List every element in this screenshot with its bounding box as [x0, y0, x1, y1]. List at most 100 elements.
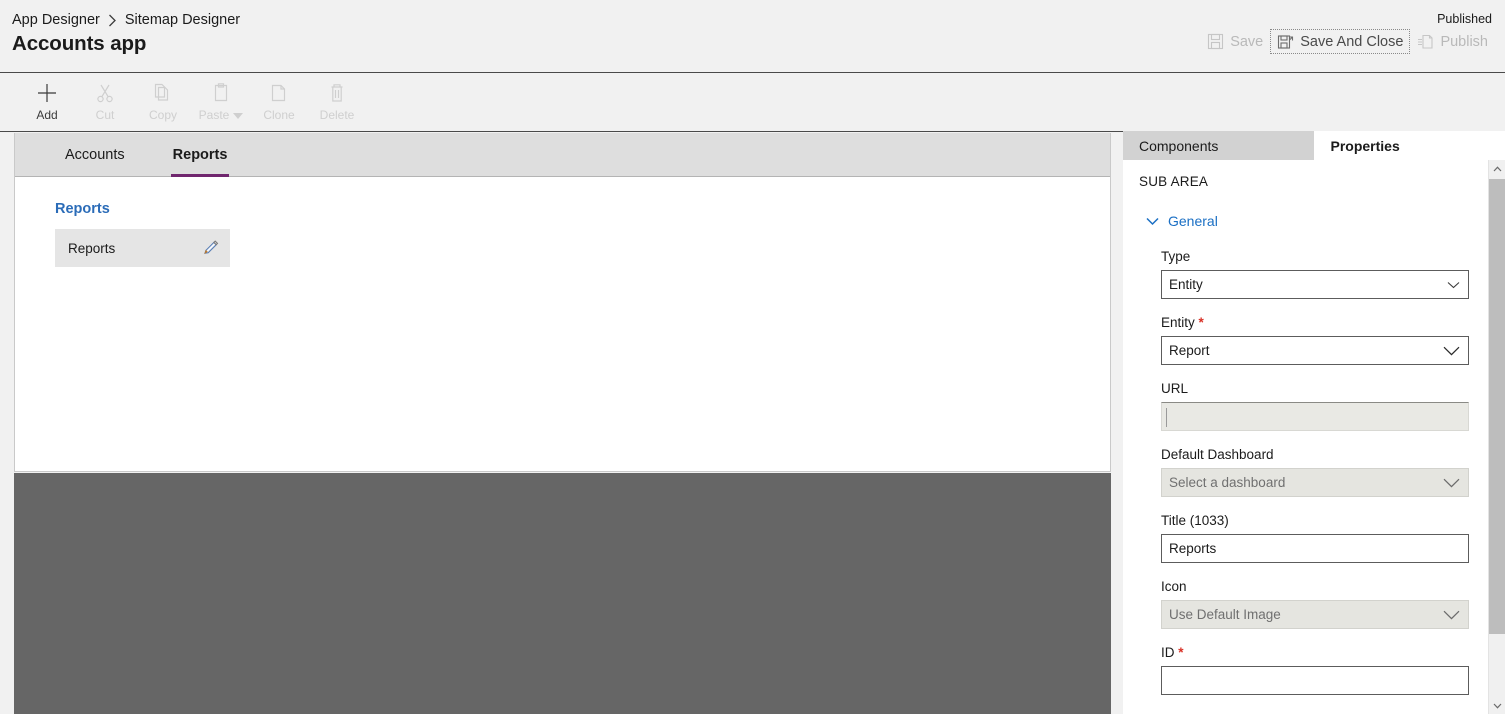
toolbar-clone-label: Clone: [263, 108, 295, 122]
tab-components[interactable]: Components: [1123, 131, 1315, 160]
pencil-icon[interactable]: [202, 239, 220, 257]
scissors-icon: [94, 81, 116, 105]
chevron-down-icon: [1443, 346, 1460, 356]
properties-panel-body: SUB AREA General Type Entity Entity * Re…: [1123, 160, 1505, 714]
header-command-bar: Save Save And Close Publish: [1200, 29, 1495, 54]
field-icon: Icon Use Default Image: [1161, 579, 1469, 629]
toolbar-clone-button[interactable]: Clone: [250, 74, 308, 128]
field-type: Type Entity: [1161, 249, 1469, 299]
tab-accounts-label: Accounts: [65, 146, 125, 163]
published-status: Published: [1437, 12, 1492, 26]
chevron-up-icon: [1493, 165, 1502, 172]
save-button[interactable]: Save: [1200, 29, 1270, 54]
chevron-down-icon: [1146, 217, 1159, 226]
breadcrumb: App Designer Sitemap Designer: [12, 10, 240, 30]
app-header: App Designer Sitemap Designer Accounts a…: [0, 0, 1505, 73]
field-type-label: Type: [1161, 249, 1191, 264]
group-title-reports[interactable]: Reports: [55, 201, 1110, 217]
field-icon-label: Icon: [1161, 579, 1187, 594]
properties-panel-tabs: Components Properties: [1123, 131, 1505, 160]
field-default-dashboard: Default Dashboard Select a dashboard: [1161, 447, 1469, 497]
clone-icon: [268, 81, 290, 105]
tab-accounts[interactable]: Accounts: [41, 133, 149, 176]
chevron-down-icon: [1443, 478, 1460, 488]
toolbar-add-label: Add: [36, 108, 58, 122]
default-dashboard-select-value: Select a dashboard: [1169, 475, 1286, 490]
plus-icon: [36, 81, 58, 105]
page-title: Accounts app: [12, 32, 147, 55]
default-dashboard-select[interactable]: Select a dashboard: [1161, 468, 1469, 497]
field-default-dashboard-label: Default Dashboard: [1161, 447, 1274, 462]
scrollbar-up-button[interactable]: [1489, 160, 1505, 177]
publish-button[interactable]: Publish: [1410, 29, 1495, 54]
save-icon: [1207, 33, 1224, 50]
text-caret: [1166, 408, 1167, 427]
title-input-value: Reports: [1169, 541, 1217, 556]
icon-select-value: Use Default Image: [1169, 607, 1281, 622]
chevron-down-icon[interactable]: [233, 113, 244, 119]
field-title: Title (1033) Reports: [1161, 513, 1469, 563]
scrollbar-down-button[interactable]: [1489, 697, 1505, 714]
field-entity-label: Entity *: [1161, 315, 1204, 330]
properties-panel: Components Properties SUB AREA General T…: [1123, 131, 1505, 714]
area-tabstrip: Accounts Reports: [15, 133, 1110, 177]
required-asterisk: *: [1198, 315, 1204, 330]
toolbar-copy-label: Copy: [148, 108, 177, 122]
toolbar-paste-button[interactable]: Paste: [192, 74, 250, 128]
field-url-label: URL: [1161, 381, 1189, 396]
chevron-down-icon: [1443, 610, 1460, 620]
save-button-label: Save: [1230, 33, 1264, 50]
sitemap-toolbar: Add Cut Copy Paste Clone Delete: [0, 74, 1505, 132]
general-section-label: General: [1168, 213, 1218, 229]
properties-panel-scrollbar[interactable]: [1488, 160, 1505, 714]
sitemap-designer-app: App Designer Sitemap Designer Accounts a…: [0, 0, 1505, 714]
field-url: URL: [1161, 381, 1469, 431]
modal-backdrop-overlay: [14, 473, 1111, 714]
type-select-value: Entity: [1169, 277, 1203, 292]
title-input[interactable]: Reports: [1161, 534, 1469, 563]
field-id: ID *: [1161, 645, 1469, 695]
save-and-close-icon: [1277, 33, 1294, 50]
subarea-card-reports[interactable]: Reports: [55, 229, 230, 267]
publish-icon: [1417, 33, 1434, 50]
toolbar-cut-label: Cut: [95, 108, 115, 122]
entity-select[interactable]: Report: [1161, 336, 1469, 365]
toolbar-cut-button[interactable]: Cut: [76, 74, 134, 128]
toolbar-delete-button[interactable]: Delete: [308, 74, 366, 128]
field-title-label: Title (1033): [1161, 513, 1229, 528]
tab-reports-label: Reports: [172, 146, 228, 163]
breadcrumb-app-designer[interactable]: App Designer: [12, 10, 100, 30]
entity-select-value: Report: [1169, 343, 1210, 358]
id-input[interactable]: [1161, 666, 1469, 695]
toolbar-copy-button[interactable]: Copy: [134, 74, 192, 128]
tab-components-label: Components: [1139, 137, 1219, 154]
section-heading-sub-area: SUB AREA: [1139, 174, 1209, 189]
toolbar-paste-label: Paste: [198, 108, 230, 122]
tab-properties-label: Properties: [1330, 137, 1400, 154]
publish-button-label: Publish: [1440, 33, 1488, 50]
chevron-down-icon: [1447, 281, 1460, 288]
field-id-label: ID *: [1161, 645, 1184, 660]
copy-icon: [152, 81, 174, 105]
general-section-toggle[interactable]: General: [1146, 213, 1218, 229]
required-asterisk: *: [1178, 645, 1184, 660]
chevron-down-icon: [1493, 703, 1502, 709]
icon-select[interactable]: Use Default Image: [1161, 600, 1469, 629]
save-and-close-button[interactable]: Save And Close: [1270, 29, 1411, 54]
tab-properties[interactable]: Properties: [1314, 131, 1505, 160]
toolbar-add-button[interactable]: Add: [18, 74, 76, 128]
subarea-label: Reports: [68, 240, 116, 256]
trash-icon: [326, 81, 348, 105]
save-and-close-button-label: Save And Close: [1300, 33, 1404, 50]
tab-reports[interactable]: Reports: [149, 133, 252, 177]
url-input[interactable]: [1161, 402, 1469, 431]
sitemap-canvas: Accounts Reports Reports Reports: [14, 133, 1111, 472]
scrollbar-thumb[interactable]: [1489, 179, 1505, 634]
toolbar-delete-label: Delete: [319, 108, 355, 122]
breadcrumb-sitemap-designer[interactable]: Sitemap Designer: [125, 10, 240, 30]
field-entity: Entity * Report: [1161, 315, 1469, 365]
type-select[interactable]: Entity: [1161, 270, 1469, 299]
canvas-body: Reports Reports: [15, 177, 1110, 470]
clipboard-icon: [210, 81, 232, 105]
chevron-right-icon: [108, 14, 117, 27]
